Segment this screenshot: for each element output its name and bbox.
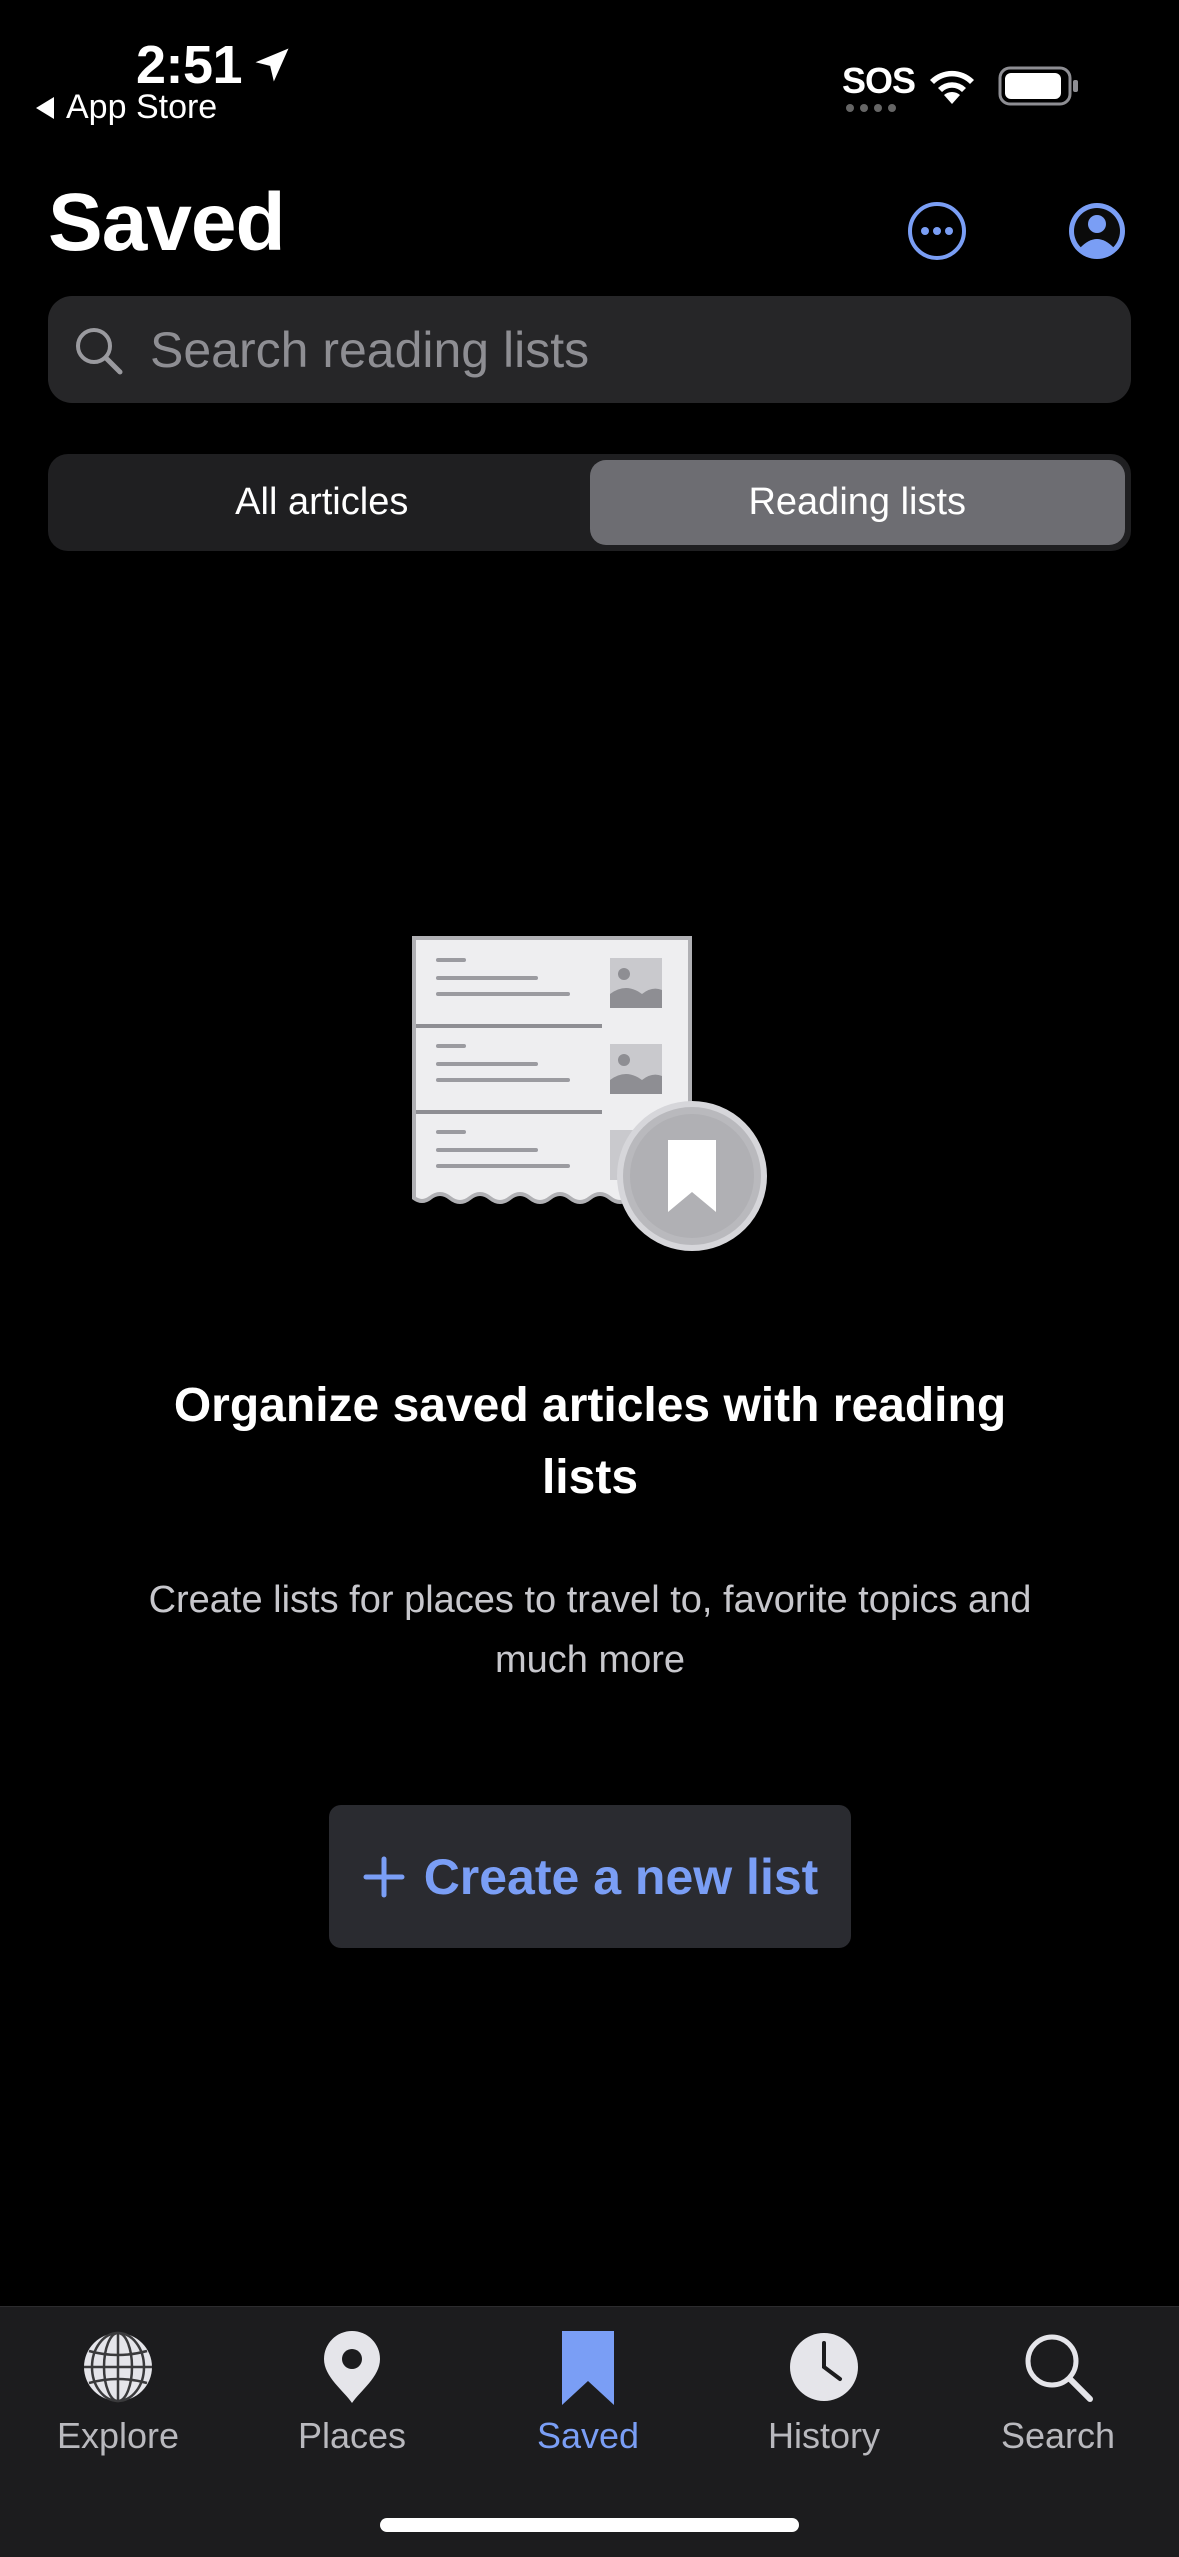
empty-state-description: Create lists for places to travel to, fa… xyxy=(148,1579,1032,1681)
create-new-list-label: Create a new list xyxy=(423,1848,819,1905)
search-icon xyxy=(76,327,123,374)
signal-dots xyxy=(846,104,896,112)
account-icon[interactable] xyxy=(1066,200,1128,262)
empty-state-title: Organize saved articles with reading lis… xyxy=(173,1379,1007,1504)
wifi-icon xyxy=(930,70,974,104)
bookmark-icon xyxy=(562,2331,614,2405)
tab-reading-lists[interactable]: Reading lists xyxy=(589,460,1125,545)
search-icon xyxy=(1025,2334,1093,2402)
tab-history-label: History xyxy=(767,2415,880,2456)
back-triangle-icon xyxy=(36,96,54,119)
search-input[interactable] xyxy=(148,319,1052,380)
status-time-label: 2:51 xyxy=(136,35,243,95)
clock-icon xyxy=(790,2333,858,2401)
tab-explore[interactable]: Explore xyxy=(18,2321,218,2457)
tab-saved-label: Saved xyxy=(536,2415,640,2456)
status-time: 2:51 xyxy=(136,34,294,96)
tab-all-articles[interactable]: All articles xyxy=(54,460,590,545)
tab-saved[interactable]: Saved xyxy=(488,2321,688,2457)
sos-indicator: SOS xyxy=(842,60,916,101)
tab-explore-label: Explore xyxy=(56,2415,180,2456)
location-arrow-icon xyxy=(255,48,289,82)
battery-icon xyxy=(998,66,1078,106)
reading-list-illustration xyxy=(412,936,767,1251)
segmented-control: All articles Reading lists xyxy=(48,454,1131,551)
tab-search-label: Search xyxy=(1000,2415,1116,2456)
tab-history[interactable]: History xyxy=(724,2321,924,2457)
home-indicator xyxy=(380,2518,799,2532)
plus-icon xyxy=(363,1856,405,1897)
more-options-icon[interactable] xyxy=(906,200,968,262)
tab-search[interactable]: Search xyxy=(958,2321,1158,2457)
back-to-app-store[interactable]: App Store xyxy=(36,88,217,127)
create-new-list-button[interactable]: Create a new list xyxy=(329,1805,851,1948)
tab-places[interactable]: Places xyxy=(252,2321,452,2457)
globe-icon xyxy=(84,2331,152,2403)
map-pin-icon xyxy=(324,2331,380,2403)
search-bar[interactable] xyxy=(48,296,1131,403)
tab-places-label: Places xyxy=(297,2415,407,2456)
page-title: Saved xyxy=(48,177,286,268)
back-app-label: App Store xyxy=(66,88,218,126)
